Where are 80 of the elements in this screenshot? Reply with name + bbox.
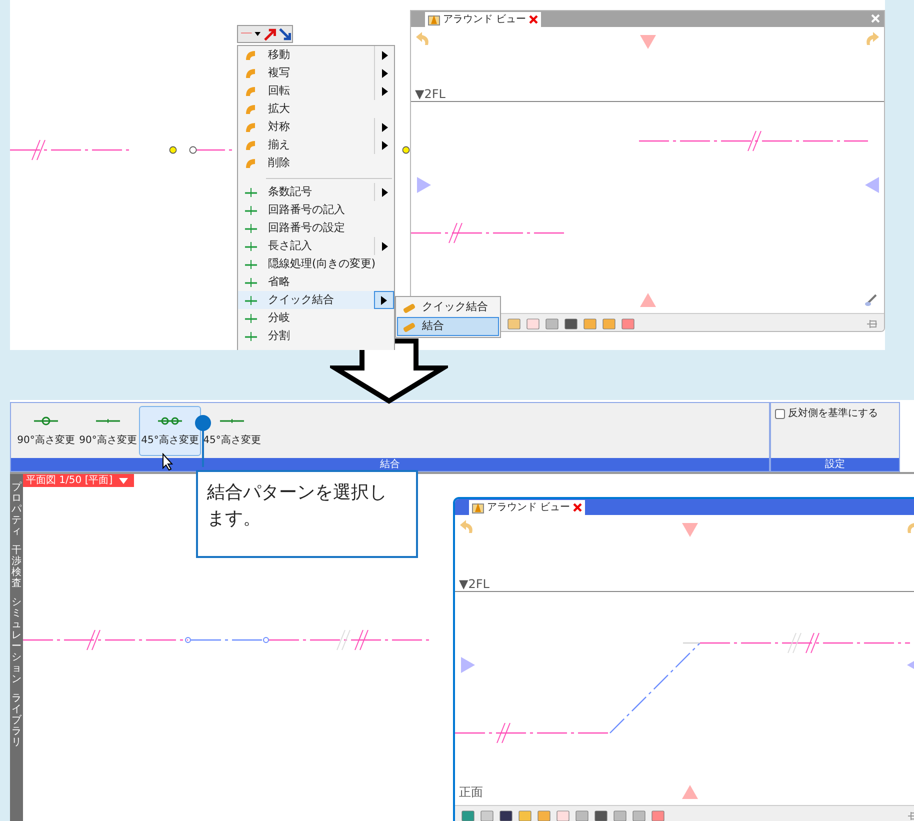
rotate-right-icon[interactable]	[864, 31, 880, 47]
up-triangle-icon[interactable]	[682, 785, 698, 799]
menu-item[interactable]: 削除	[238, 154, 394, 172]
menu-item[interactable]: 省略	[238, 273, 394, 291]
pattern-button[interactable]: 90°高さ変更	[77, 406, 139, 456]
app-icon	[472, 502, 484, 514]
menu-item[interactable]: 対称	[238, 118, 394, 136]
tool-icon	[244, 84, 258, 98]
toolbar-icon[interactable]	[594, 808, 608, 821]
cursor-icon	[162, 453, 174, 471]
tool-icon	[244, 138, 258, 152]
tool-icon	[244, 48, 258, 62]
tool-icon	[244, 329, 258, 343]
sidebar-tab[interactable]: プロパティ	[12, 482, 22, 537]
checkbox[interactable]: 反対側を基準にする	[775, 406, 878, 421]
up-triangle-icon[interactable]	[640, 293, 656, 307]
menu-item[interactable]: 複写	[238, 64, 394, 82]
group-title: 設定	[771, 458, 899, 471]
sidebar-tab[interactable]: シミュレーション	[12, 597, 22, 685]
brush-icon[interactable]	[864, 293, 878, 307]
node-dot-icon	[169, 146, 177, 154]
menu-item[interactable]: 分割	[238, 327, 394, 345]
rotate-left-icon[interactable]	[415, 31, 431, 47]
group-title: 結合	[11, 458, 769, 471]
left-triangle-icon[interactable]	[865, 177, 879, 193]
menu-item[interactable]: クイック結合	[238, 291, 394, 309]
level-label: ▼2FL	[459, 576, 490, 593]
pipe-pattern-icon	[34, 414, 58, 426]
toolbar-icon[interactable]	[564, 316, 578, 330]
down-triangle-icon[interactable]	[640, 35, 656, 49]
toolbar-icon[interactable]	[499, 808, 513, 821]
tool-icon	[244, 203, 258, 217]
pattern-button[interactable]: 45°高さ変更	[139, 406, 201, 456]
menu-item[interactable]: 拡大	[238, 100, 394, 118]
node-dot-icon	[402, 146, 410, 154]
view-label: 正面	[459, 784, 483, 801]
caret-icon[interactable]	[118, 478, 128, 484]
menu-item[interactable]: 回転	[238, 82, 394, 100]
menu-item[interactable]: 分岐	[238, 309, 394, 327]
tool-icon	[244, 66, 258, 80]
menu-item[interactable]: 長さ記入	[238, 237, 394, 255]
tool-icon	[244, 275, 258, 289]
tool-icon	[244, 156, 258, 170]
pattern-button[interactable]: 90°高さ変更	[15, 406, 77, 456]
close-icon[interactable]	[529, 15, 538, 24]
menu-item[interactable]: 回路番号の設定	[238, 219, 394, 237]
pin-icon[interactable]	[866, 318, 878, 328]
menu-item[interactable]: 移動	[238, 46, 394, 64]
right-triangle-icon[interactable]	[417, 177, 431, 193]
tool-icon	[244, 257, 258, 271]
down-triangle-icon[interactable]	[682, 523, 698, 537]
menu-item[interactable]: 条数記号	[238, 183, 394, 201]
tool-icon	[244, 239, 258, 253]
tool-icon	[244, 185, 258, 199]
arrow-icon[interactable]	[279, 28, 292, 40]
menu-item[interactable]: 結合	[397, 317, 499, 336]
menu-item[interactable]: 揃え	[238, 136, 394, 154]
tool-icon	[244, 120, 258, 134]
callout-text: 結合パターンを選択します。	[196, 470, 418, 558]
sidebar-tab[interactable]: ライブラリ	[12, 693, 22, 748]
menu-item[interactable]: 隠線処理(向きの変更)	[238, 255, 394, 273]
close-icon[interactable]	[573, 503, 582, 512]
window-tab[interactable]: アラウンド ビュー	[425, 12, 542, 27]
window-tab[interactable]: アラウンド ビュー	[469, 500, 586, 515]
menu-item[interactable]: クイック結合	[397, 298, 499, 317]
pipe-pattern-icon	[158, 414, 182, 426]
circle-icon	[189, 146, 197, 154]
sidebar-tab[interactable]: 干渉検査	[12, 545, 22, 589]
tool-icon	[244, 311, 258, 325]
pattern-button[interactable]: 45°高さ変更	[201, 406, 263, 456]
app-icon	[428, 14, 440, 26]
tool-icon	[244, 221, 258, 235]
arrow-icon[interactable]	[264, 28, 276, 40]
rotate-left-icon[interactable]	[459, 519, 475, 535]
menu-item[interactable]: 回路番号の記入	[238, 201, 394, 219]
tool-icon	[244, 102, 258, 116]
tool-icon	[244, 293, 258, 307]
pipe-dropdown-icon[interactable]	[241, 29, 261, 39]
level-label: ▼2FL	[415, 86, 446, 103]
right-triangle-icon[interactable]	[461, 657, 475, 673]
